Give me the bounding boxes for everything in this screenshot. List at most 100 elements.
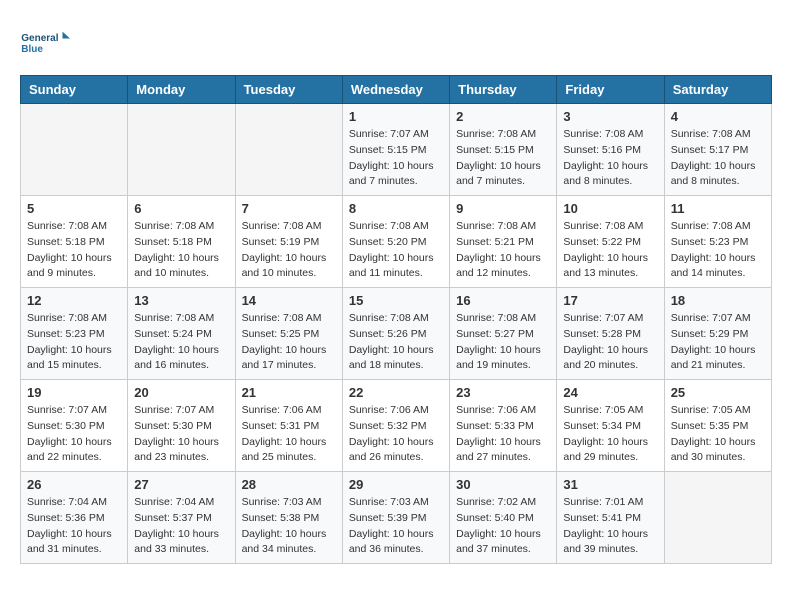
day-info: Sunrise: 7:03 AMSunset: 5:38 PMDaylight:… — [242, 495, 336, 558]
calendar-cell: 16 Sunrise: 7:08 AMSunset: 5:27 PMDayligh… — [450, 288, 557, 380]
calendar-cell: 22 Sunrise: 7:06 AMSunset: 5:32 PMDayligh… — [342, 380, 449, 472]
svg-text:Blue: Blue — [21, 44, 43, 55]
page-header: General Blue — [20, 20, 772, 65]
calendar-cell: 26 Sunrise: 7:04 AMSunset: 5:36 PMDayligh… — [21, 472, 128, 564]
calendar-cell: 14 Sunrise: 7:08 AMSunset: 5:25 PMDayligh… — [235, 288, 342, 380]
day-number: 3 — [563, 109, 657, 124]
day-number: 21 — [242, 385, 336, 400]
day-info: Sunrise: 7:05 AMSunset: 5:34 PMDaylight:… — [563, 403, 657, 466]
day-number: 4 — [671, 109, 765, 124]
day-info: Sunrise: 7:08 AMSunset: 5:26 PMDaylight:… — [349, 311, 443, 374]
day-info: Sunrise: 7:04 AMSunset: 5:36 PMDaylight:… — [27, 495, 121, 558]
calendar-cell: 6Sunrise: 7:08 AMSunset: 5:18 PMDaylight… — [128, 196, 235, 288]
calendar-week-row: 5Sunrise: 7:08 AMSunset: 5:18 PMDaylight… — [21, 196, 772, 288]
day-number: 31 — [563, 477, 657, 492]
day-info: Sunrise: 7:07 AMSunset: 5:29 PMDaylight:… — [671, 311, 765, 374]
calendar-cell: 25 Sunrise: 7:05 AMSunset: 5:35 PMDayligh… — [664, 380, 771, 472]
day-info: Sunrise: 7:08 AMSunset: 5:25 PMDaylight:… — [242, 311, 336, 374]
day-info: Sunrise: 7:08 AMSunset: 5:23 PMDaylight:… — [27, 311, 121, 374]
day-info: Sunrise: 7:01 AMSunset: 5:41 PMDaylight:… — [563, 495, 657, 558]
calendar-cell: 23 Sunrise: 7:06 AMSunset: 5:33 PMDayligh… — [450, 380, 557, 472]
day-info: Sunrise: 7:08 AMSunset: 5:22 PMDaylight:… — [563, 219, 657, 282]
day-number: 26 — [27, 477, 121, 492]
day-number: 27 — [134, 477, 228, 492]
weekday-header-friday: Friday — [557, 76, 664, 104]
day-number: 24 — [563, 385, 657, 400]
calendar-cell — [21, 104, 128, 196]
calendar-cell: 18 Sunrise: 7:07 AMSunset: 5:29 PMDayligh… — [664, 288, 771, 380]
day-info: Sunrise: 7:08 AMSunset: 5:19 PMDaylight:… — [242, 219, 336, 282]
day-info: Sunrise: 7:07 AMSunset: 5:28 PMDaylight:… — [563, 311, 657, 374]
day-info: Sunrise: 7:08 AMSunset: 5:20 PMDaylight:… — [349, 219, 443, 282]
calendar-week-row: 19 Sunrise: 7:07 AMSunset: 5:30 PMDayligh… — [21, 380, 772, 472]
calendar-cell: 17 Sunrise: 7:07 AMSunset: 5:28 PMDayligh… — [557, 288, 664, 380]
day-number: 18 — [671, 293, 765, 308]
day-number: 28 — [242, 477, 336, 492]
calendar-cell: 9 Sunrise: 7:08 AMSunset: 5:21 PMDaylight… — [450, 196, 557, 288]
calendar-cell: 13Sunrise: 7:08 AMSunset: 5:24 PMDayligh… — [128, 288, 235, 380]
calendar-cell: 31 Sunrise: 7:01 AMSunset: 5:41 PMDayligh… — [557, 472, 664, 564]
day-number: 11 — [671, 201, 765, 216]
day-number: 16 — [456, 293, 550, 308]
day-number: 5 — [27, 201, 121, 216]
svg-text:General: General — [21, 33, 58, 44]
calendar-cell: 29 Sunrise: 7:03 AMSunset: 5:39 PMDayligh… — [342, 472, 449, 564]
day-number: 14 — [242, 293, 336, 308]
weekday-header-wednesday: Wednesday — [342, 76, 449, 104]
day-number: 25 — [671, 385, 765, 400]
day-info: Sunrise: 7:08 AMSunset: 5:17 PMDaylight:… — [671, 127, 765, 190]
day-number: 30 — [456, 477, 550, 492]
calendar-cell: 28 Sunrise: 7:03 AMSunset: 5:38 PMDayligh… — [235, 472, 342, 564]
calendar-cell: 4 Sunrise: 7:08 AMSunset: 5:17 PMDaylight… — [664, 104, 771, 196]
day-info: Sunrise: 7:06 AMSunset: 5:32 PMDaylight:… — [349, 403, 443, 466]
day-number: 2 — [456, 109, 550, 124]
day-info: Sunrise: 7:08 AMSunset: 5:15 PMDaylight:… — [456, 127, 550, 190]
calendar-cell: 10 Sunrise: 7:08 AMSunset: 5:22 PMDayligh… — [557, 196, 664, 288]
calendar-cell: 24 Sunrise: 7:05 AMSunset: 5:34 PMDayligh… — [557, 380, 664, 472]
day-info: Sunrise: 7:06 AMSunset: 5:31 PMDaylight:… — [242, 403, 336, 466]
day-number: 17 — [563, 293, 657, 308]
day-info: Sunrise: 7:04 AMSunset: 5:37 PMDaylight:… — [134, 495, 228, 558]
calendar-cell: 21 Sunrise: 7:06 AMSunset: 5:31 PMDayligh… — [235, 380, 342, 472]
calendar-cell: 2 Sunrise: 7:08 AMSunset: 5:15 PMDaylight… — [450, 104, 557, 196]
day-number: 6 — [134, 201, 228, 216]
weekday-header-tuesday: Tuesday — [235, 76, 342, 104]
day-info: Sunrise: 7:03 AMSunset: 5:39 PMDaylight:… — [349, 495, 443, 558]
day-number: 22 — [349, 385, 443, 400]
weekday-header-saturday: Saturday — [664, 76, 771, 104]
day-number: 7 — [242, 201, 336, 216]
day-info: Sunrise: 7:08 AMSunset: 5:16 PMDaylight:… — [563, 127, 657, 190]
day-info: Sunrise: 7:07 AMSunset: 5:15 PMDaylight:… — [349, 127, 443, 190]
day-info: Sunrise: 7:02 AMSunset: 5:40 PMDaylight:… — [456, 495, 550, 558]
calendar-cell: 11 Sunrise: 7:08 AMSunset: 5:23 PMDayligh… — [664, 196, 771, 288]
day-number: 29 — [349, 477, 443, 492]
calendar-cell: 7 Sunrise: 7:08 AMSunset: 5:19 PMDaylight… — [235, 196, 342, 288]
day-info: Sunrise: 7:08 AMSunset: 5:23 PMDaylight:… — [671, 219, 765, 282]
day-info: Sunrise: 7:08 AMSunset: 5:27 PMDaylight:… — [456, 311, 550, 374]
day-number: 15 — [349, 293, 443, 308]
weekday-header-row: SundayMondayTuesdayWednesdayThursdayFrid… — [21, 76, 772, 104]
weekday-header-sunday: Sunday — [21, 76, 128, 104]
day-number: 23 — [456, 385, 550, 400]
day-info: Sunrise: 7:07 AMSunset: 5:30 PMDaylight:… — [134, 403, 228, 466]
weekday-header-thursday: Thursday — [450, 76, 557, 104]
calendar-cell: 30 Sunrise: 7:02 AMSunset: 5:40 PMDayligh… — [450, 472, 557, 564]
weekday-header-monday: Monday — [128, 76, 235, 104]
day-info: Sunrise: 7:08 AMSunset: 5:21 PMDaylight:… — [456, 219, 550, 282]
day-number: 10 — [563, 201, 657, 216]
day-info: Sunrise: 7:05 AMSunset: 5:35 PMDaylight:… — [671, 403, 765, 466]
day-number: 20 — [134, 385, 228, 400]
calendar-cell: 27 Sunrise: 7:04 AMSunset: 5:37 PMDayligh… — [128, 472, 235, 564]
calendar-cell: 20 Sunrise: 7:07 AMSunset: 5:30 PMDayligh… — [128, 380, 235, 472]
logo: General Blue — [20, 20, 70, 65]
calendar-cell — [664, 472, 771, 564]
day-info: Sunrise: 7:06 AMSunset: 5:33 PMDaylight:… — [456, 403, 550, 466]
calendar-table: SundayMondayTuesdayWednesdayThursdayFrid… — [20, 75, 772, 564]
day-number: 9 — [456, 201, 550, 216]
calendar-week-row: 12Sunrise: 7:08 AMSunset: 5:23 PMDayligh… — [21, 288, 772, 380]
calendar-cell: 8 Sunrise: 7:08 AMSunset: 5:20 PMDaylight… — [342, 196, 449, 288]
day-number: 13 — [134, 293, 228, 308]
day-number: 19 — [27, 385, 121, 400]
calendar-week-row: 26 Sunrise: 7:04 AMSunset: 5:36 PMDayligh… — [21, 472, 772, 564]
day-number: 8 — [349, 201, 443, 216]
